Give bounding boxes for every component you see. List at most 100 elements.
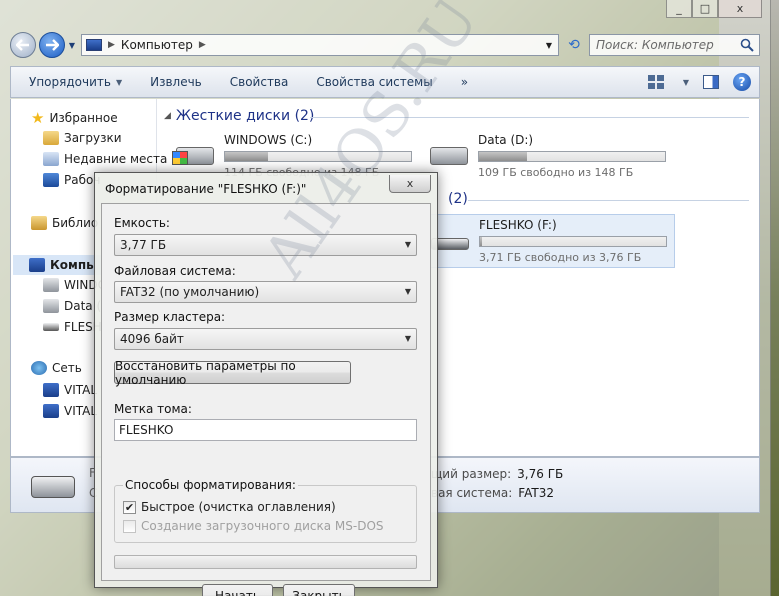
sidebar-label: VITAL: [64, 404, 98, 418]
capacity-label: Емкость:: [114, 216, 170, 230]
group-divider: [468, 200, 749, 201]
sidebar-item-downloads[interactable]: Загрузки: [43, 131, 122, 145]
windows-drive-icon: [43, 278, 59, 292]
group-count: (2): [448, 191, 468, 207]
msdos-boot-label: Создание загрузочного диска MS-DOS: [141, 519, 384, 533]
minimize-button[interactable]: _: [666, 0, 692, 18]
format-options-title: Способы форматирования:: [123, 478, 298, 492]
usb-drive-icon: [43, 323, 59, 331]
maximize-button[interactable]: □: [692, 0, 718, 18]
capacity-select[interactable]: 3,77 ГБ ▼: [114, 234, 417, 256]
capacity-value: 3,77 ГБ: [120, 238, 167, 252]
drive-usage-bar: [478, 151, 666, 162]
close-button[interactable]: Закрыть: [283, 584, 355, 596]
checkmark-icon: ✔: [123, 500, 136, 514]
drive-name: WINDOWS (C:): [224, 133, 313, 147]
drive-usage-bar: [224, 151, 412, 162]
quick-format-checkbox[interactable]: ✔ Быстрое (очистка оглавления): [123, 500, 336, 514]
sidebar-label: Компь: [50, 258, 94, 272]
sidebar-label: Избранное: [49, 111, 118, 125]
collapse-chevron-icon: ◢: [164, 111, 171, 121]
navigation-bar: ▼ ▶ Компьютер ▶ ▼ ⟲ Поиск: Компьютер: [10, 32, 760, 58]
details-label: щий размер:: [431, 467, 512, 481]
sidebar-item-network[interactable]: Сеть: [31, 361, 82, 375]
forward-arrow-icon[interactable]: [39, 32, 65, 58]
address-dropdown-icon[interactable]: ▼: [546, 41, 552, 50]
drive-free-space: 3,71 ГБ свободно из 3,76 ГБ: [479, 251, 642, 264]
more-commands-button[interactable]: »: [461, 75, 468, 89]
recent-places-icon: [43, 152, 59, 166]
breadcrumb-separator-icon[interactable]: ▶: [108, 40, 115, 50]
sidebar-item-network-pc-1[interactable]: VITAL: [43, 383, 97, 397]
sidebar-item-drive-f[interactable]: FLESH: [43, 320, 102, 334]
computer-icon: [86, 39, 102, 51]
recent-pages-dropdown-icon[interactable]: ▼: [67, 41, 77, 50]
search-placeholder: Поиск: Компьютер: [596, 38, 714, 52]
hard-disks-group-header[interactable]: ◢ Жесткие диски (2): [164, 108, 314, 124]
sidebar-label: Сеть: [52, 361, 82, 375]
eject-button[interactable]: Извлечь: [150, 75, 202, 89]
computer-icon: [29, 258, 45, 272]
dialog-close-button[interactable]: x: [389, 175, 431, 193]
format-options-group: Способы форматирования: ✔ Быстрое (очист…: [114, 478, 417, 543]
sidebar-label: Загрузки: [64, 131, 122, 145]
drive-name: Data (D:): [478, 133, 534, 147]
network-computer-icon: [43, 404, 59, 418]
help-icon[interactable]: ?: [733, 73, 751, 91]
volume-label-input[interactable]: FLESHKO: [114, 419, 417, 441]
msdos-boot-checkbox[interactable]: Создание загрузочного диска MS-DOS: [123, 519, 384, 533]
cluster-size-label: Размер кластера:: [114, 310, 226, 324]
address-bar[interactable]: ▶ Компьютер ▶ ▼: [81, 34, 559, 56]
properties-button[interactable]: Свойства: [230, 75, 289, 89]
sidebar-item-recent-places[interactable]: Недавние места: [43, 152, 167, 166]
sidebar-item-desktop[interactable]: Рабоч: [43, 173, 100, 187]
drive-tile-f[interactable]: FLESHKO (F:) 3,71 ГБ свободно из 3,76 ГБ: [423, 214, 675, 268]
quick-format-label: Быстрое (очистка оглавления): [141, 500, 336, 514]
sidebar-item-libraries[interactable]: Библио: [31, 216, 98, 230]
volume-label-label: Метка тома:: [114, 402, 192, 416]
sidebar-item-favorites[interactable]: ★ Избранное: [31, 109, 118, 127]
details-total-size: щий размер: 3,76 ГБ: [431, 467, 563, 481]
system-properties-button[interactable]: Свойства системы: [316, 75, 432, 89]
network-globe-icon: [31, 361, 47, 375]
restore-defaults-button[interactable]: Восстановить параметры по умолчанию: [114, 359, 351, 387]
cluster-size-select[interactable]: 4096 байт ▼: [114, 328, 417, 350]
sidebar-label: Библио: [52, 216, 99, 230]
breadcrumb-separator-icon[interactable]: ▶: [199, 40, 206, 50]
dialog-title: Форматирование "FLESHKO (F:)": [105, 182, 307, 196]
chevron-down-icon: ▼: [115, 77, 123, 87]
back-arrow-icon[interactable]: [10, 32, 36, 58]
drive-free-space: 109 ГБ свободно из 148 ГБ: [478, 166, 634, 179]
desktop-icon: [43, 173, 59, 187]
dialog-body: Емкость: 3,77 ГБ ▼ Файловая система: FAT3…: [101, 203, 431, 596]
downloads-folder-icon: [43, 131, 59, 145]
drive-tile-d[interactable]: Data (D:) 109 ГБ свободно из 148 ГБ: [426, 133, 666, 179]
view-options-chevron-icon[interactable]: ▼: [683, 78, 689, 87]
refresh-icon[interactable]: ⟲: [563, 34, 585, 56]
drive-usage-bar: [479, 236, 667, 247]
chevron-down-icon: ▼: [404, 287, 411, 296]
network-computer-icon: [43, 383, 59, 397]
breadcrumb-computer[interactable]: Компьютер: [121, 38, 193, 52]
preview-pane-icon[interactable]: [703, 75, 719, 89]
caption-buttons: _ □ x: [666, 0, 762, 18]
chevron-down-icon: ▼: [404, 240, 411, 249]
change-view-icon[interactable]: [647, 75, 664, 89]
start-button[interactable]: Начать: [202, 584, 273, 596]
chevron-down-icon: ▼: [404, 334, 411, 343]
format-progress-bar: [114, 555, 417, 569]
search-icon[interactable]: [740, 38, 754, 52]
hard-drive-icon: [43, 299, 59, 313]
cluster-size-value: 4096 байт: [120, 332, 184, 346]
filesystem-select[interactable]: FAT32 (по умолчанию) ▼: [114, 281, 417, 303]
search-input[interactable]: Поиск: Компьютер: [589, 34, 760, 56]
close-window-button[interactable]: x: [718, 0, 762, 18]
usb-drive-icon: [31, 476, 75, 498]
sidebar-item-drive-d[interactable]: Data (: [43, 299, 101, 313]
sidebar-item-network-pc-2[interactable]: VITAL: [43, 404, 97, 418]
windows-drive-icon: [172, 133, 218, 171]
libraries-icon: [31, 216, 47, 230]
title-bar: _ □ x: [0, 0, 770, 26]
organize-button[interactable]: Упорядочить ▼: [29, 75, 122, 89]
removable-group-header[interactable]: (2): [448, 191, 468, 207]
